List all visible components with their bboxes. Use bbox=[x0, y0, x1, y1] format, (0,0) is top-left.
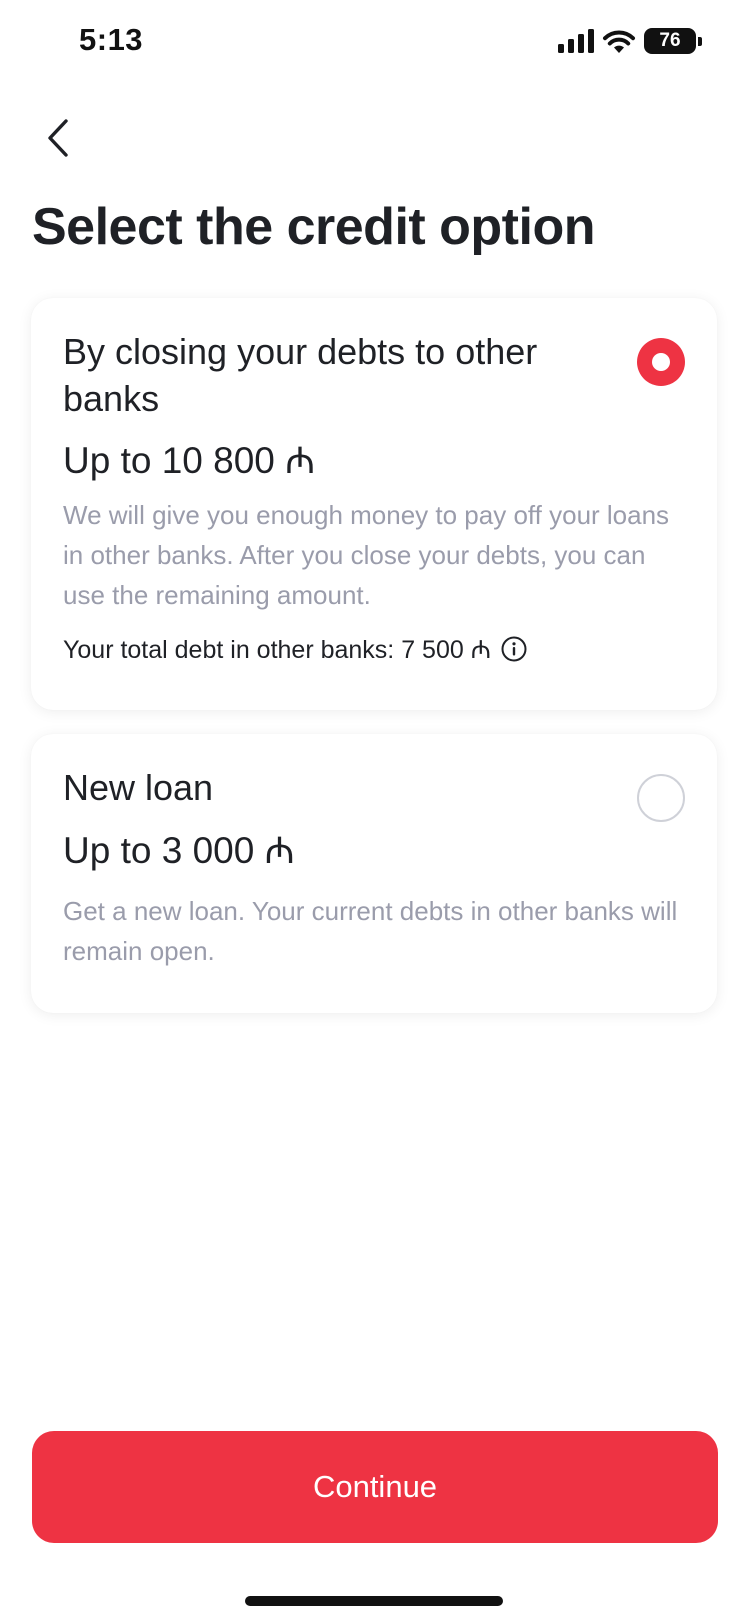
home-indicator bbox=[245, 1596, 503, 1606]
status-time: 5:13 bbox=[79, 22, 144, 57]
wifi-icon bbox=[603, 30, 635, 53]
option-title: New loan bbox=[63, 767, 214, 808]
info-icon[interactable] bbox=[501, 636, 527, 662]
radio-dot bbox=[652, 353, 670, 371]
page-title: Select the credit option bbox=[32, 198, 595, 256]
back-button[interactable] bbox=[36, 110, 80, 166]
option-description: We will give you enough money to pay off… bbox=[63, 500, 670, 610]
continue-button[interactable]: Continue bbox=[32, 1431, 718, 1543]
signal-icon bbox=[558, 29, 594, 53]
battery-level: 76 bbox=[644, 28, 696, 54]
option-card-new-loan[interactable]: New loan Up to 3 000 ₼ Get a new loan. Y… bbox=[31, 734, 717, 1013]
option-amount: Up to 3 000 ₼ bbox=[63, 830, 295, 871]
battery-tip bbox=[698, 36, 702, 46]
radio-selected[interactable] bbox=[637, 338, 685, 386]
option-title: By closing your debts to other banks bbox=[63, 331, 538, 419]
battery-icon: 76 bbox=[644, 28, 702, 54]
status-icons: 76 bbox=[558, 28, 702, 54]
option-card-close-debts[interactable]: By closing your debts to other banks Up … bbox=[31, 298, 717, 710]
chevron-left-icon bbox=[48, 119, 68, 157]
debt-info-text: Your total debt in other banks: 7 500 ₼ bbox=[63, 636, 491, 664]
debt-info-row: Your total debt in other banks: 7 500 ₼ bbox=[63, 632, 685, 666]
radio-unselected[interactable] bbox=[637, 774, 685, 822]
option-description: Get a new loan. Your current debts in ot… bbox=[63, 896, 678, 966]
option-amount: Up to 10 800 ₼ bbox=[63, 440, 316, 481]
status-bar: 5:13 76 bbox=[0, 0, 750, 88]
